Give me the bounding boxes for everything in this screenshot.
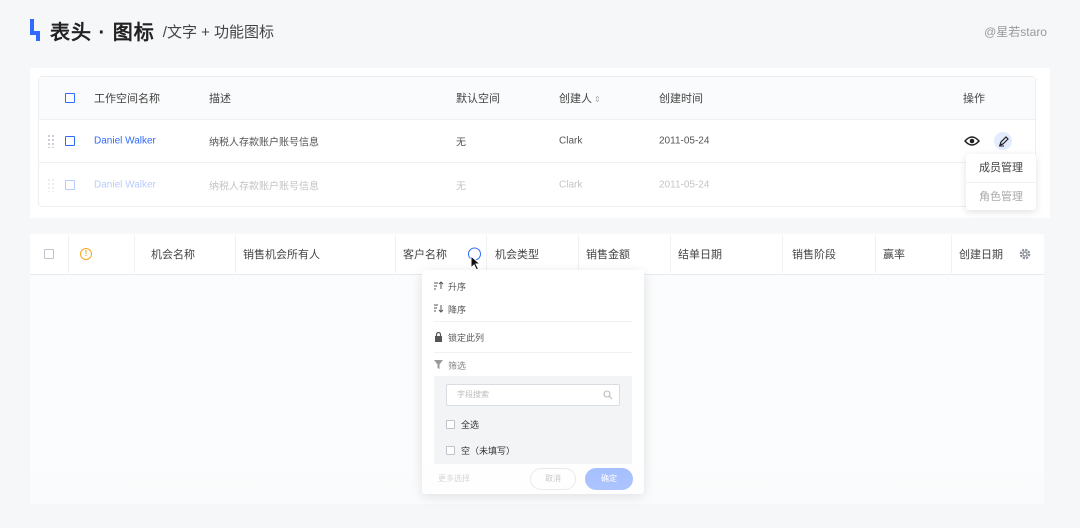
divider xyxy=(434,352,632,353)
dropdown-footer: 更多选择 取消 确定 xyxy=(422,468,644,494)
cell-default: 无 xyxy=(456,181,466,192)
confirm-button[interactable]: 确定 xyxy=(585,468,633,490)
col-created-date: 创建日期 xyxy=(959,249,1003,261)
col-opportunity-type: 机会类型 xyxy=(495,249,539,261)
checkbox[interactable] xyxy=(446,446,455,455)
lock-column-item[interactable]: 锁定此列 xyxy=(434,331,484,344)
page-header: 表头 · 图标 /文字 + 功能图标 xyxy=(30,18,275,44)
col-sales-stage: 销售阶段 xyxy=(792,249,836,261)
table-header-row: ! 机会名称 销售机会所有人 客户名称 机会类型 销售金额 结单日期 销售阶段 … xyxy=(30,234,1044,275)
cell-date: 2011-05-24 xyxy=(659,135,710,147)
checkbox[interactable] xyxy=(446,420,455,429)
filter-icon xyxy=(434,360,444,371)
col-creator[interactable]: 创建人 ⇕ xyxy=(559,90,601,106)
column-divider xyxy=(782,235,783,273)
column-divider xyxy=(68,235,69,273)
workspace-table-card: 工作空间名称 描述 默认空间 创建人 ⇕ 创建时间 操作 Daniel Walke… xyxy=(30,68,1050,218)
cell-creator: Clark xyxy=(559,135,583,147)
more-select-link[interactable]: 更多选择 xyxy=(438,473,470,484)
page-title: 表头 · 图标 xyxy=(50,21,155,44)
warning-icon: ! xyxy=(80,248,92,260)
column-options-dropdown: 升序 降序 锁定此列 筛选 字段搜索 全选 空（未填写） 更多选择 取消 确定 xyxy=(422,270,644,494)
pencil-icon xyxy=(998,135,1009,146)
empty-value-option[interactable]: 空（未填写） xyxy=(446,444,515,457)
eye-icon[interactable] xyxy=(964,135,980,147)
cell-date: 2011-05-24 xyxy=(659,179,710,190)
column-divider xyxy=(951,235,952,273)
search-icon xyxy=(603,390,613,400)
row-checkbox[interactable] xyxy=(65,179,75,190)
column-divider xyxy=(235,235,236,273)
workspace-table: 工作空间名称 描述 默认空间 创建人 ⇕ 创建时间 操作 Daniel Walke… xyxy=(38,76,1036,207)
select-all-checkbox[interactable] xyxy=(65,93,75,103)
col-description: 描述 xyxy=(209,93,231,105)
col-created-time: 创建时间 xyxy=(659,93,703,105)
lock-icon xyxy=(434,331,444,344)
logo-icon xyxy=(30,19,42,41)
col-close-date: 结单日期 xyxy=(678,249,722,261)
cell-creator: Clark xyxy=(559,179,583,190)
column-divider xyxy=(875,235,876,273)
sort-descending-icon xyxy=(434,304,444,315)
sort-descending-item[interactable]: 降序 xyxy=(434,303,466,316)
column-divider xyxy=(395,235,396,273)
col-actions: 操作 xyxy=(963,93,985,105)
workspace-name-link[interactable]: Daniel Walker xyxy=(94,179,156,190)
select-all-option[interactable]: 全选 xyxy=(446,418,479,431)
author-credit: @星若staro xyxy=(984,25,1047,39)
cell-default: 无 xyxy=(456,137,466,149)
col-workspace-name: 工作空间名称 xyxy=(94,93,160,105)
filter-panel: 字段搜索 全选 空（未填写） xyxy=(434,376,632,464)
column-divider xyxy=(486,235,487,273)
column-divider xyxy=(134,235,135,273)
cell-description: 纳税人存款账户账号信息 xyxy=(209,181,319,192)
gear-icon[interactable] xyxy=(1018,247,1032,261)
col-win-rate: 赢率 xyxy=(883,249,905,261)
drag-handle-icon[interactable] xyxy=(47,177,55,192)
col-sales-amount: 销售金额 xyxy=(586,249,630,261)
table-row: Daniel Walker 纳税人存款账户账号信息 无 Clark 2011-0… xyxy=(39,120,1035,163)
row-checkbox[interactable] xyxy=(65,136,75,146)
table-header-row: 工作空间名称 描述 默认空间 创建人 ⇕ 创建时间 操作 xyxy=(39,77,1035,120)
col-default-space: 默认空间 xyxy=(456,93,500,105)
field-search-input[interactable]: 字段搜索 xyxy=(446,384,620,406)
drag-handle-icon[interactable] xyxy=(47,134,55,148)
sort-ascending-item[interactable]: 升序 xyxy=(434,280,466,293)
page-subtitle: /文字 + 功能图标 xyxy=(162,23,275,41)
col-opportunity-owner: 销售机会所有人 xyxy=(243,249,320,261)
column-divider xyxy=(670,235,671,273)
action-dropdown-menu: 成员管理 角色管理 xyxy=(966,154,1036,210)
mouse-cursor-icon xyxy=(470,255,482,271)
table-row: Daniel Walker 纳税人存款账户账号信息 无 Clark 2011-0… xyxy=(39,163,1035,206)
col-customer-name: 客户名称 xyxy=(403,249,447,261)
sort-ascending-icon xyxy=(434,281,444,292)
cell-description: 纳税人存款账户账号信息 xyxy=(209,137,319,149)
edit-button[interactable] xyxy=(994,132,1012,150)
workspace-name-link[interactable]: Daniel Walker xyxy=(94,136,156,147)
divider xyxy=(434,321,632,322)
cancel-button[interactable]: 取消 xyxy=(530,468,576,490)
menu-item-role-manage[interactable]: 角色管理 xyxy=(966,182,1036,210)
filter-item[interactable]: 筛选 xyxy=(434,359,466,372)
col-opportunity-name: 机会名称 xyxy=(151,249,195,261)
sort-icon[interactable]: ⇕ xyxy=(594,95,601,104)
select-all-checkbox[interactable] xyxy=(44,249,54,259)
column-divider xyxy=(578,235,579,273)
menu-item-member-manage[interactable]: 成员管理 xyxy=(966,154,1036,182)
